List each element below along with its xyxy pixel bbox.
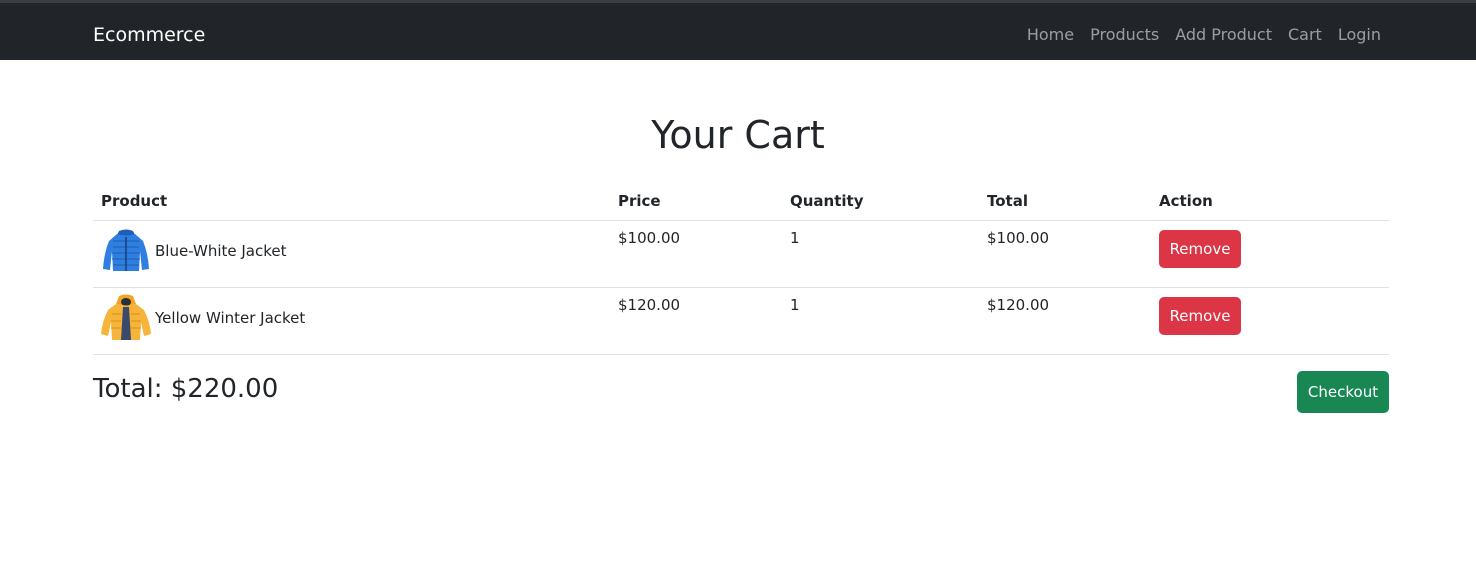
remove-button[interactable]: Remove [1159,296,1241,335]
action-cell: Remove [1151,287,1389,355]
total-cell: $100.00 [979,220,1151,288]
nav-link-cart[interactable]: Cart [1288,24,1322,46]
nav-link-add-product[interactable]: Add Product [1175,24,1272,46]
product-name: Blue-White Jacket [155,241,287,260]
nav-link-home[interactable]: Home [1027,24,1074,46]
total-cell: $120.00 [979,287,1151,355]
header-product: Product [93,183,610,221]
cart-table: Product Price Quantity Total Action Blue… [93,183,1389,355]
quantity-cell: 1 [782,287,979,355]
nav-links: Home Products Add Product Cart Login [1027,24,1381,46]
top-navbar: Ecommerce Home Products Add Product Cart… [0,0,1476,60]
cart-total: Total: $220.00 [93,374,279,404]
price-cell: $100.00 [610,220,782,288]
header-price: Price [610,183,782,221]
yellow-jacket-image [101,294,151,340]
blue-jacket-image [103,229,149,271]
checkout-container: Checkout [1297,371,1389,413]
table-header-row: Product Price Quantity Total Action [93,183,1389,221]
product-name: Yellow Winter Jacket [155,308,306,327]
header-quantity: Quantity [782,183,979,221]
product-cell: Blue-White Jacket [93,220,610,288]
table-row: Yellow Winter Jacket $120.00 1 $120.00 R… [93,287,1389,355]
page-title: Your Cart [651,113,825,157]
product-cell: Yellow Winter Jacket [93,287,610,355]
action-cell: Remove [1151,220,1389,288]
nav-link-products[interactable]: Products [1090,24,1159,46]
header-total: Total [979,183,1151,221]
brand-link[interactable]: Ecommerce [93,23,205,47]
remove-button[interactable]: Remove [1159,229,1241,268]
price-cell: $120.00 [610,287,782,355]
checkout-button[interactable]: Checkout [1297,371,1389,413]
nav-link-login[interactable]: Login [1338,24,1381,46]
header-action: Action [1151,183,1389,221]
quantity-cell: 1 [782,220,979,288]
table-row: Blue-White Jacket $100.00 1 $100.00 Remo… [93,220,1389,288]
